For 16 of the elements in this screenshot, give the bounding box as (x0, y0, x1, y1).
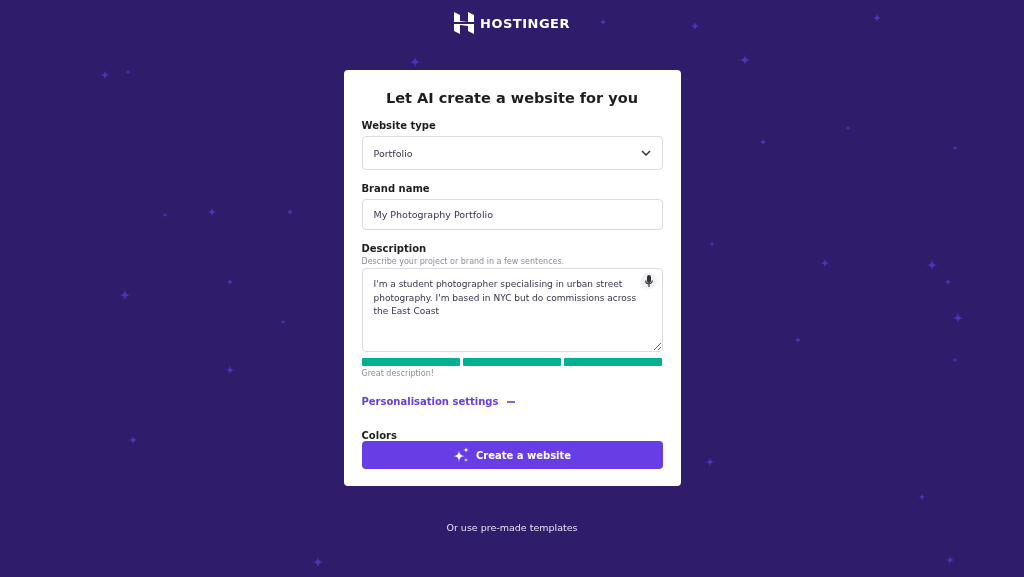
website-type-dropdown[interactable]: Portfolio (361, 136, 663, 170)
brand-name: HOSTINGER (480, 15, 570, 31)
field-label: Brand name (361, 183, 431, 194)
field-hint: Describe your project or brand in a few sentences. (361, 257, 566, 266)
form-title: Let AI create a website for you (385, 90, 639, 106)
brand-name-field[interactable]: My Photography Portfolio (361, 199, 663, 230)
quality-text: Great description! (361, 369, 435, 378)
templates-link[interactable]: Or use pre-made templates (446, 522, 578, 533)
logo-icon (454, 12, 474, 34)
field-label: Description (361, 243, 428, 254)
chevron-down-icon (640, 150, 651, 156)
section-label: Colors (361, 430, 398, 441)
field-label: Website type (361, 120, 437, 131)
create-website-button[interactable]: Create a website (361, 441, 663, 469)
personalisation-settings-toggle[interactable]: Personalisation settings (361, 396, 517, 407)
description-field[interactable]: I'm a student photographer specialising in urban street photography. I'm based in NYC but do commissions across the East Coast (361, 268, 663, 352)
